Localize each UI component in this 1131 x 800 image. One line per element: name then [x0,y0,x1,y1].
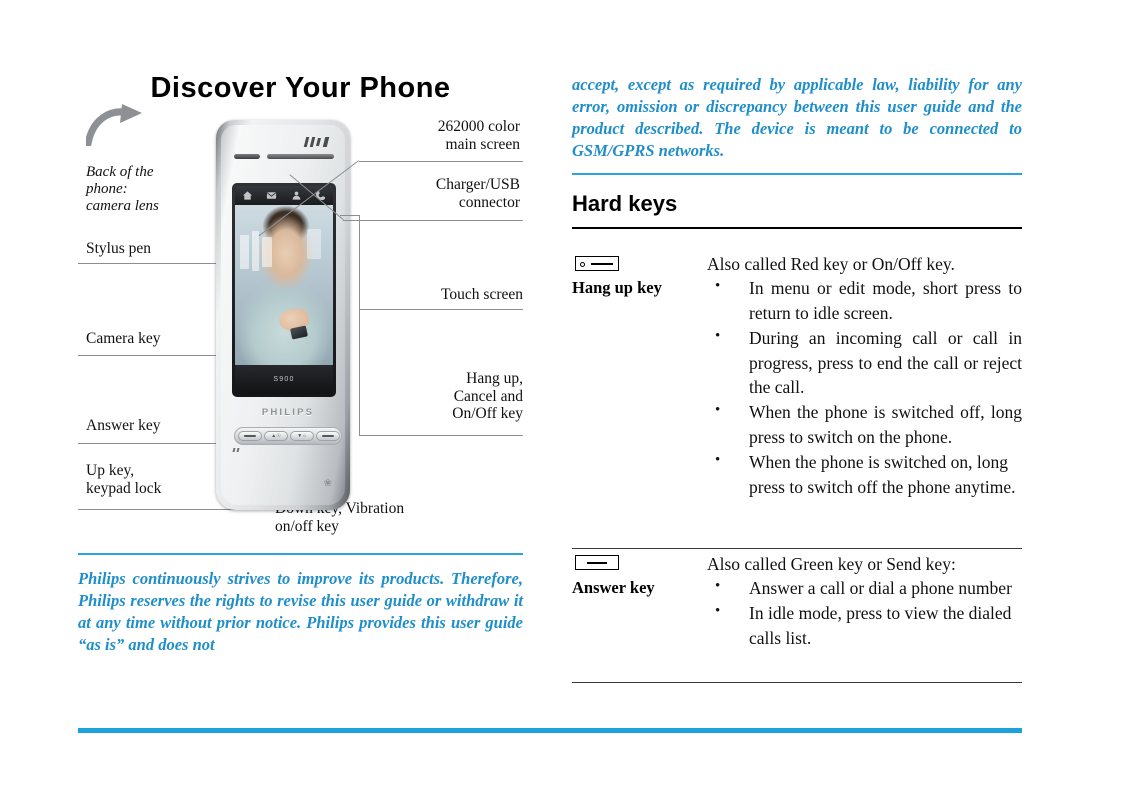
screen-model-caption: S900 [235,365,333,394]
list-item: When the phone is switched on, long pres… [707,450,1022,500]
callout-hang-up-cancel: Hang up, Cancel and On/Off key [452,370,523,423]
hang-up-key-button[interactable] [316,431,340,441]
leader-rule-charger [343,220,523,221]
phone-illustration: S900 PHILIPS ▲☉ ▼☼ ❀ [216,120,350,510]
left-column: Discover Your Phone Back of the phone: c… [78,60,523,680]
callout-camera-key: Camera key [86,330,161,347]
key-lead-answer: Also called Green key or Send key: [707,554,956,574]
leader-vertical-hangup [359,215,360,435]
wallpaper-photo [235,205,333,365]
model-caption-text: S900 [273,376,295,383]
left-notice-paragraph: Philips continuously strives to improve … [78,569,523,655]
page-bottom-rule [78,728,1022,733]
bluetooth-icon: ❀ [323,478,332,489]
bullet-list-hang-up: In menu or edit mode, short press to ret… [707,276,1022,500]
list-item: Answer a call or dial a phone number [707,576,1022,601]
list-item: In idle mode, press to view the dialed c… [707,601,1022,651]
leader-rule-hangup [359,435,523,436]
row-divider-2 [572,682,1022,683]
section-title-underline [572,227,1022,229]
mail-icon[interactable] [266,190,277,201]
callout-main-screen: 262000 color main screen [437,118,520,153]
hard-key-row[interactable]: ▲☉ ▼☼ [234,427,342,445]
callout-back-of-phone: Back of the phone: camera lens [86,164,159,215]
microphone-icon [232,448,243,453]
list-item: When the phone is switched off, long pre… [707,400,1022,450]
phone-body: S900 PHILIPS ▲☉ ▼☼ ❀ [216,120,350,510]
section-title-hard-keys: Hard keys [572,191,678,216]
phone-front-panel: S900 PHILIPS ▲☉ ▼☼ ❀ [221,125,345,505]
phone-brand-label: PHILIPS [261,407,315,418]
callout-up-key: Up key, keypad lock [86,462,162,497]
up-key-button[interactable]: ▲☉ [264,431,288,441]
row-divider-1 [572,548,1022,549]
earpiece-speaker [234,153,334,160]
contact-icon[interactable] [291,190,302,201]
signal-icon [303,137,331,148]
left-divider-rule [78,553,523,555]
bullet-list-answer: Answer a call or dial a phone number In … [707,576,1022,651]
manual-page: Discover Your Phone Back of the phone: c… [0,0,1131,800]
callout-answer-key: Answer key [86,417,161,434]
list-item: During an incoming call or call in progr… [707,326,1022,401]
answer-key-icon [575,555,619,570]
curved-arrow-icon [84,104,148,148]
hang-up-key-icon [575,256,619,271]
page-title: Discover Your Phone [150,72,451,104]
leader-rule-mainscreen [359,161,523,162]
list-item: In menu or edit mode, short press to ret… [707,276,1022,326]
answer-key-button[interactable] [238,431,262,441]
callout-touch-screen: Touch screen [441,286,523,303]
leader-rule-touchscreen [359,309,523,310]
key-lead-hang-up: Also called Red key or On/Off key. [707,254,955,274]
leader-rule-hangup-top [340,215,360,216]
callout-charger-usb: Charger/USB connector [435,176,520,211]
right-divider-rule [572,173,1022,175]
key-name-answer: Answer key [572,578,655,597]
down-key-button[interactable]: ▼☼ [290,431,314,441]
callout-stylus-pen: Stylus pen [86,240,152,257]
right-notice-paragraph: accept, except as required by applicable… [572,75,1022,161]
home-icon[interactable] [242,190,253,201]
key-name-hang-up: Hang up key [572,278,662,297]
